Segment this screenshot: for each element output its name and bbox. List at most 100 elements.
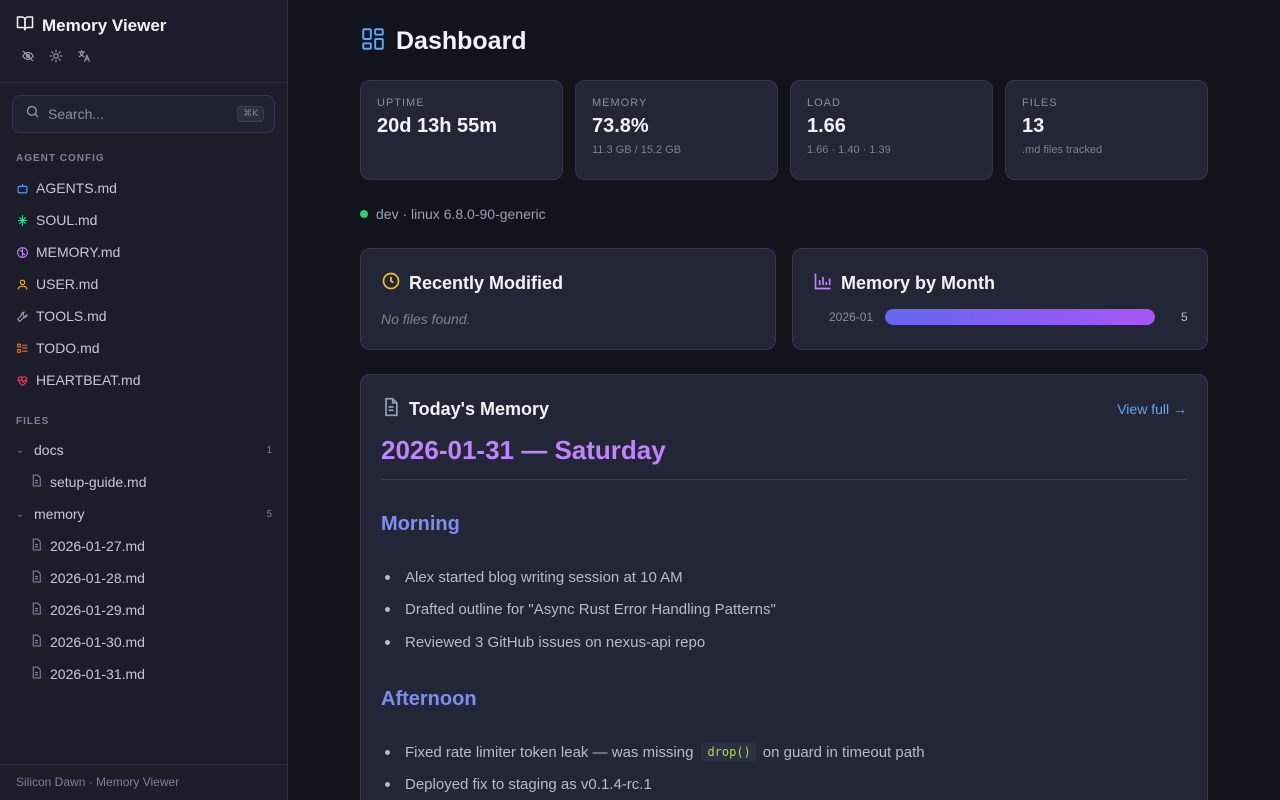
search-box[interactable]: ⌘K [12,95,275,133]
stat-sub: .md files tracked [1022,144,1103,156]
sidebar-item-todo[interactable]: TODO.md [16,332,276,364]
sidebar-item-tools[interactable]: TOOLS.md [16,300,276,332]
document-icon [381,397,401,422]
inline-code: drop() [701,743,757,762]
file-item[interactable]: 2026-01-30.md [16,626,274,658]
folder-count: 1 [266,444,272,456]
sidebar-item-agents[interactable]: AGENTS.md [16,172,276,204]
list-item-text: Fixed rate limiter token leak — was miss… [405,743,694,761]
chevron-down-icon: ⌄ [16,444,25,456]
heading-divider [381,479,1187,480]
wrench-icon [16,310,29,323]
afternoon-list: Fixed rate limiter token leak — was miss… [385,736,925,800]
sidebar-item-memory[interactable]: MEMORY.md [16,236,276,268]
sidebar-footer: Silicon Dawn · Memory Viewer [16,775,180,789]
file-item[interactable]: 2026-01-28.md [16,562,274,594]
host-status: dev · linux 6.8.0-90-generic [360,206,546,222]
list-item: Drafted outline for "Async Rust Error Ha… [385,594,776,627]
brain-icon [16,246,29,259]
section-heading-morning: Morning [381,513,460,535]
checklist-icon [16,342,29,355]
card-header: Today's Memory [381,397,549,422]
file-name: setup-guide.md [50,474,147,490]
month-label: 2026-01 [829,310,874,324]
stat-label: LOAD [807,97,841,109]
sidebar-item-label: TOOLS.md [36,308,107,324]
status-dot [360,210,368,218]
sidebar-item-label: TODO.md [36,340,100,356]
chevron-down-icon: ⌄ [16,508,25,520]
main-content: Dashboard UPTIME 20d 13h 55m MEMORY 73.8… [288,0,1280,800]
empty-state: No files found. [381,311,471,327]
folder-count: 5 [266,508,272,520]
folder-name: docs [34,442,64,458]
sidebar-toolbar [20,48,92,64]
file-icon [30,602,43,618]
file-icon [30,570,43,586]
folder-memory[interactable]: ⌄ memory 5 [16,498,274,530]
card-header: Memory by Month [813,271,995,296]
todays-memory-card: Today's Memory View full → 2026-01-31 — … [360,374,1208,800]
memory-by-month-card: Memory by Month 2026-01 5 [792,248,1208,350]
file-name: 2026-01-31.md [50,666,145,682]
page-header: Dashboard [360,26,527,57]
sidebar-item-soul[interactable]: SOUL.md [16,204,276,236]
view-full-link[interactable]: View full → [1117,401,1187,417]
user-icon [16,278,29,291]
app-title: Memory Viewer [42,15,167,35]
sidebar-item-user[interactable]: USER.md [16,268,276,300]
stat-label: MEMORY [592,97,648,109]
files-heading: FILES [16,416,50,427]
file-name: 2026-01-28.md [50,570,145,586]
memory-date-heading: 2026-01-31 — Saturday [381,435,666,465]
folder-name: memory [34,506,85,522]
list-item: Alex started blog writing session at 10 … [385,561,776,594]
stat-value: 20d 13h 55m [377,115,498,137]
list-item-text: on guard in timeout path [762,743,925,761]
file-icon [30,538,43,554]
robot-icon [16,182,29,195]
stat-card-memory: MEMORY 73.8% 11.3 GB / 15.2 GB [575,80,778,180]
sidebar-item-label: SOUL.md [36,212,98,228]
file-item[interactable]: 2026-01-27.md [16,530,274,562]
stat-card-load: LOAD 1.66 1.66 · 1.40 · 1.39 [790,80,993,180]
stat-card-uptime: UPTIME 20d 13h 55m [360,80,563,180]
sparkle-icon [16,214,29,227]
file-item[interactable]: setup-guide.md [16,466,274,498]
card-title: Memory by Month [841,273,996,293]
section-heading-afternoon: Afternoon [381,688,477,710]
sidebar-item-label: AGENTS.md [36,180,117,196]
file-item[interactable]: 2026-01-29.md [16,594,274,626]
stat-value: 13 [1022,115,1045,137]
morning-list: Alex started blog writing session at 10 … [385,561,776,659]
sidebar-item-label: MEMORY.md [36,244,121,260]
search-shortcut-badge: ⌘K [237,106,264,122]
file-item[interactable]: 2026-01-31.md [16,658,274,690]
sidebar-footer-divider [0,764,287,765]
clock-icon [381,271,401,296]
file-icon [30,666,43,682]
sidebar: Memory Viewer ⌘K AGENT CONFIG AGENTS.md … [0,0,288,800]
search-input[interactable] [48,106,230,122]
card-header: Recently Modified [381,271,563,296]
sun-icon[interactable] [48,48,64,64]
file-tree: ⌄ docs 1 setup-guide.md ⌄ memory 5 2026-… [16,434,274,690]
heart-pulse-icon [16,374,29,387]
recently-modified-card: Recently Modified No files found. [360,248,776,350]
eye-off-icon[interactable] [20,48,36,64]
file-name: 2026-01-30.md [50,634,145,650]
stat-label: FILES [1022,97,1058,109]
sidebar-item-heartbeat[interactable]: HEARTBEAT.md [16,364,276,396]
dashboard-icon [360,26,386,57]
month-count: 5 [1181,310,1188,324]
stat-card-files: FILES 13 .md files tracked [1005,80,1208,180]
list-item: Reviewed 3 GitHub issues on nexus-api re… [385,626,776,659]
stat-label: UPTIME [377,97,425,109]
translate-icon[interactable] [76,48,92,64]
search-icon [25,104,40,124]
card-title: Recently Modified [409,273,564,293]
folder-docs[interactable]: ⌄ docs 1 [16,434,274,466]
page-title: Dashboard [396,27,527,55]
stat-sub: 11.3 GB / 15.2 GB [592,144,682,156]
month-bar-row: 2026-01 5 [829,309,1201,325]
